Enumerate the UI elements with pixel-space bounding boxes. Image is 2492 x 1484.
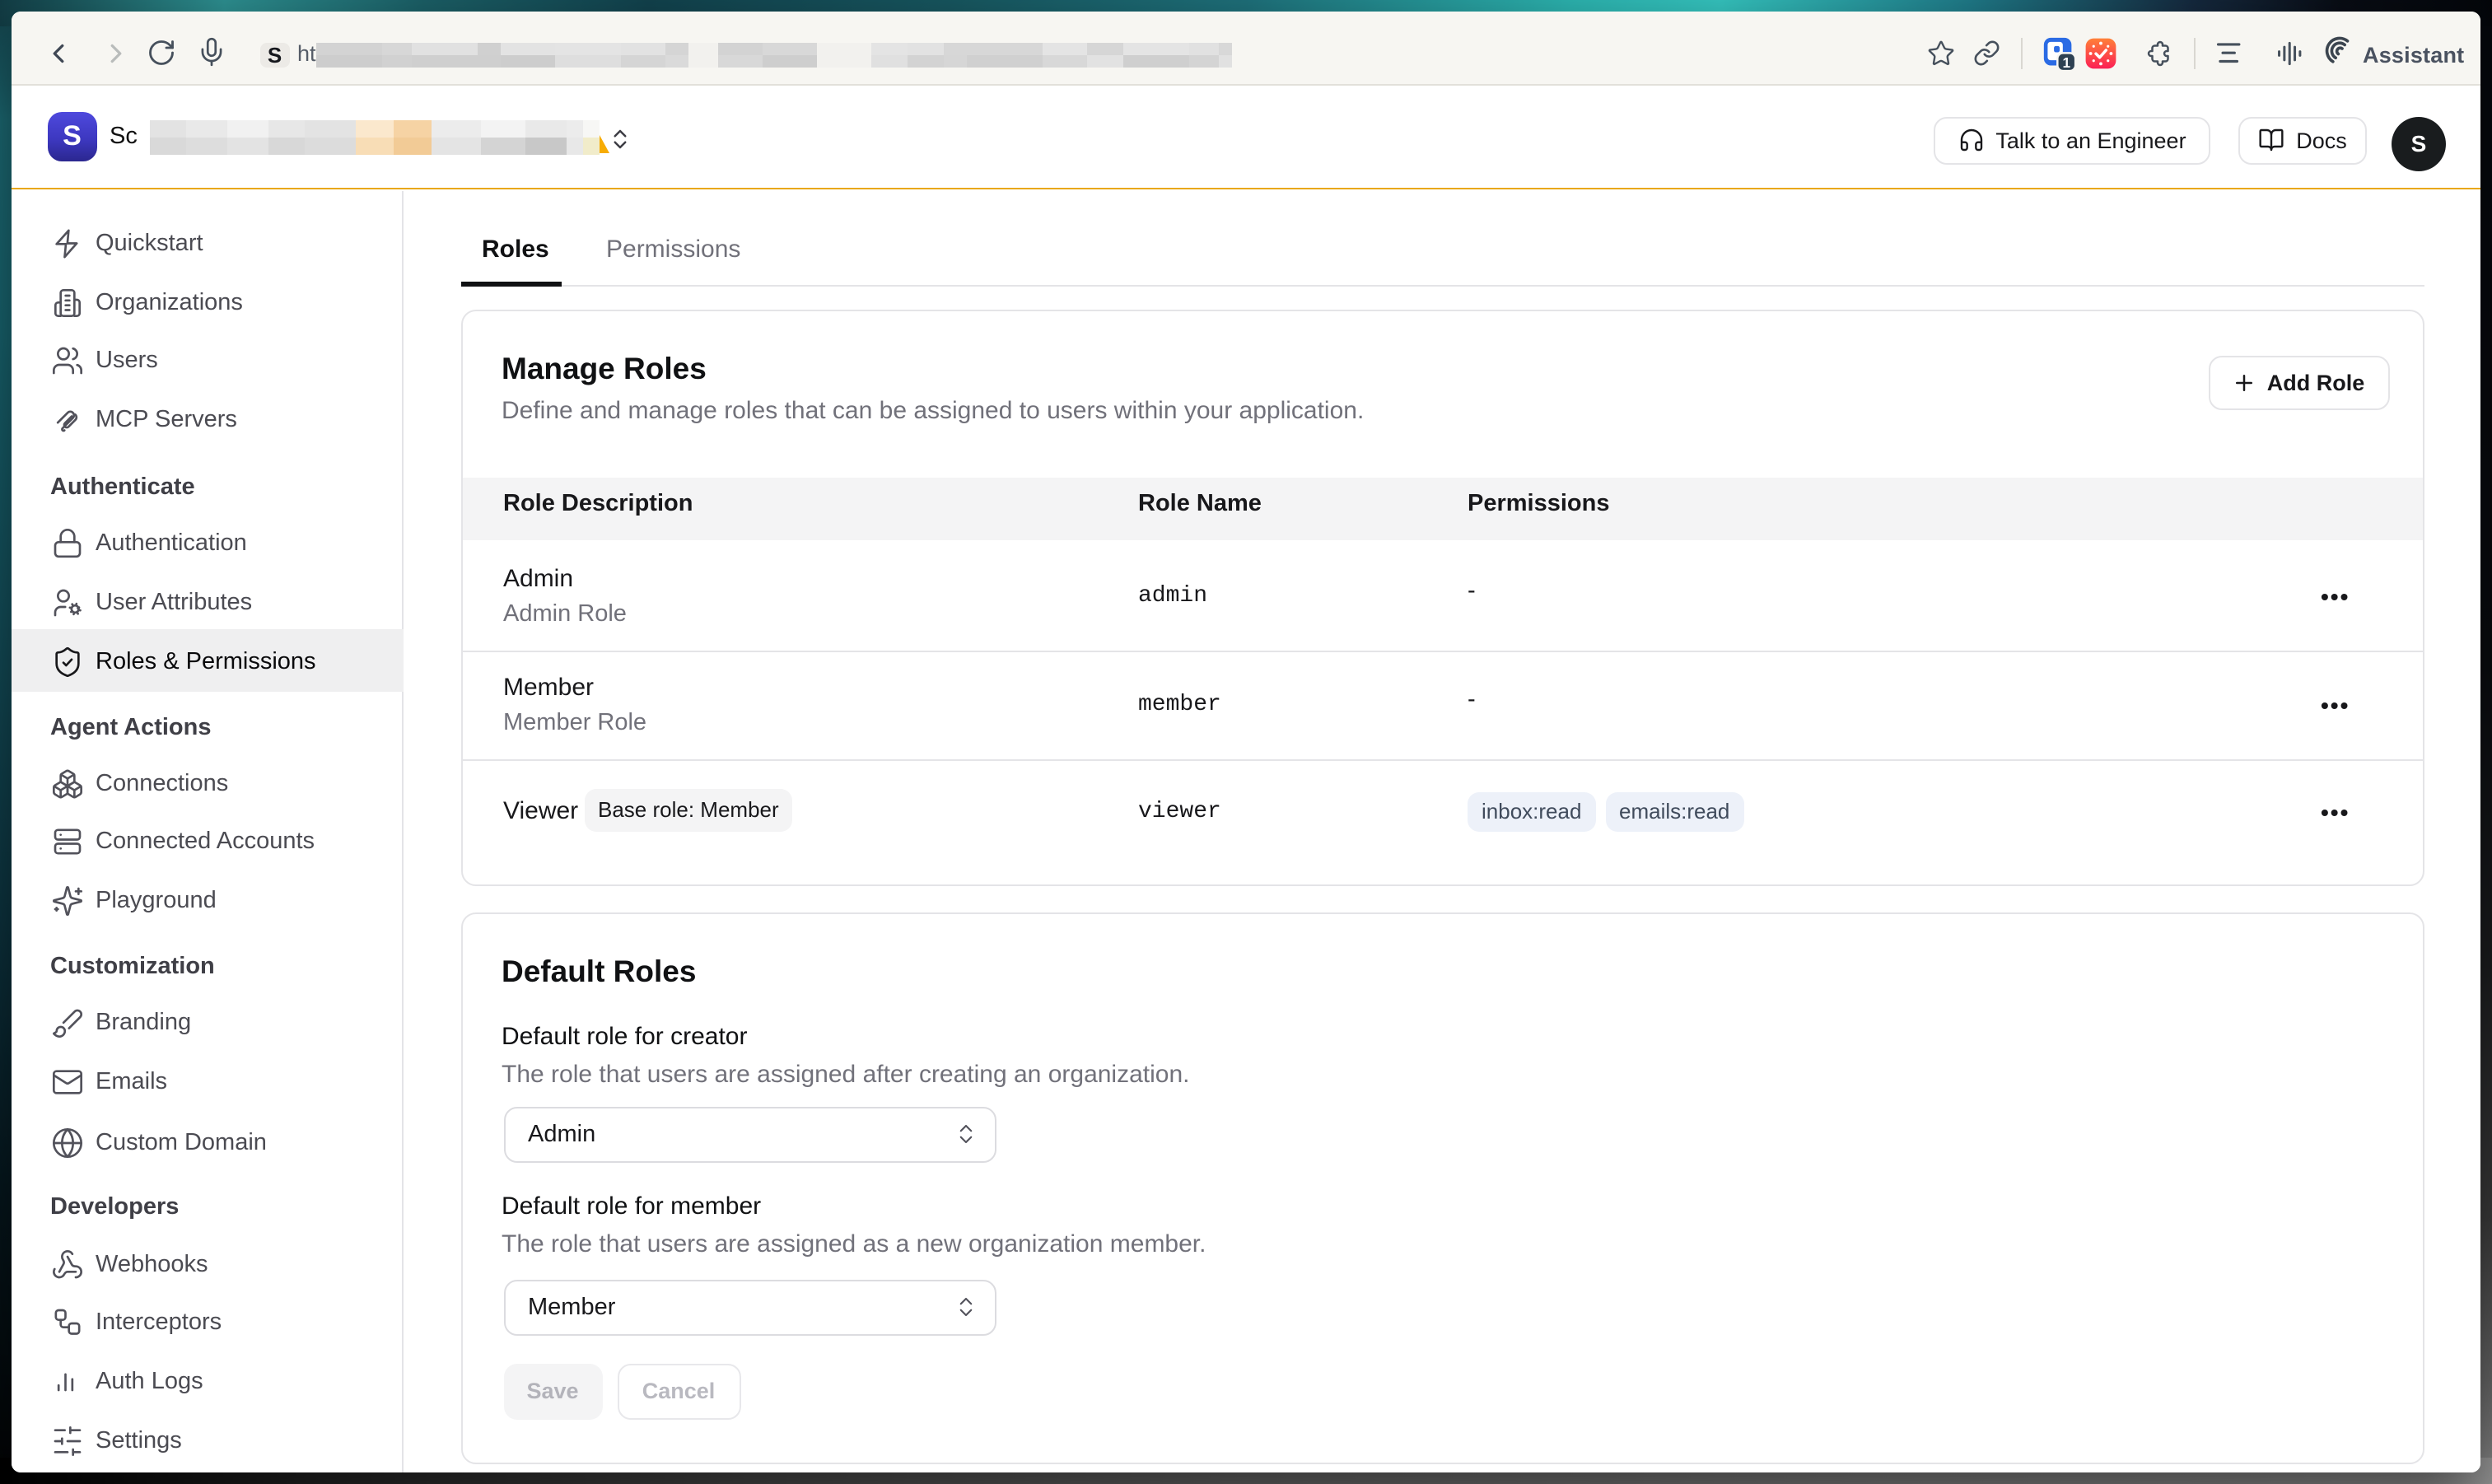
- svg-text:1: 1: [2061, 54, 2070, 70]
